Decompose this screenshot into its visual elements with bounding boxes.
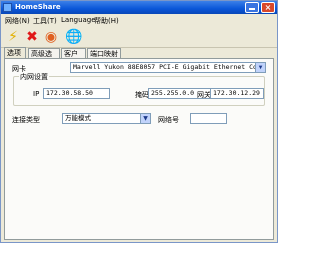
run-icon[interactable]: ⚡	[5, 29, 21, 45]
title-bar[interactable]: HomeShare ×	[1, 1, 277, 14]
tab-options[interactable]: 选项	[4, 47, 26, 58]
tab-port-mapping[interactable]: 端口映射	[87, 48, 121, 58]
stop-icon[interactable]: ✖	[24, 29, 40, 45]
app-window: HomeShare × 网络(N) 工具(T) Language 帮助(H) ⚡…	[0, 0, 278, 243]
conn-type-select[interactable]: 万能模式 ▼	[62, 113, 151, 124]
close-button[interactable]: ×	[261, 2, 275, 13]
tab-clients[interactable]: 客户机	[61, 48, 86, 68]
net-no-field[interactable]	[190, 113, 227, 124]
ip-field[interactable]: 172.30.58.50	[43, 88, 110, 99]
nic-select[interactable]: Marvell Yukon 88E8057 PCI-E Gigabit Ethe…	[70, 62, 266, 73]
gateway-field[interactable]: 172.30.12.29	[210, 88, 264, 99]
mask-label: 掩码	[135, 91, 149, 99]
menu-tools[interactable]: 工具(T)	[33, 16, 57, 26]
chevron-down-icon[interactable]: ▼	[140, 114, 150, 123]
nic-value: Marvell Yukon 88E8057 PCI-E Gigabit Ethe…	[73, 63, 265, 71]
conn-type-value: 万能模式	[65, 114, 91, 122]
tab-advanced[interactable]: 高级选项	[28, 48, 60, 68]
record-icon[interactable]: ◉	[43, 29, 59, 45]
conn-type-label: 连接类型	[12, 116, 40, 124]
menu-network[interactable]: 网络(N)	[5, 16, 30, 26]
lan-settings-group: 内网设置 IP 172.30.58.50 掩码 255.255.0.0 网关 1…	[13, 72, 265, 106]
menu-help[interactable]: 帮助(H)	[94, 16, 119, 26]
minimize-button[interactable]	[245, 2, 259, 13]
options-panel: 网卡 Marvell Yukon 88E8057 PCI-E Gigabit E…	[4, 58, 274, 240]
net-no-label: 网络号	[158, 116, 179, 124]
chevron-down-icon[interactable]: ▼	[255, 63, 265, 72]
window-title: HomeShare	[15, 3, 61, 11]
lan-settings-title: 内网设置	[19, 72, 49, 82]
ip-label: IP	[33, 90, 40, 98]
gateway-label: 网关	[197, 91, 211, 99]
menu-bar: 网络(N) 工具(T) Language 帮助(H)	[1, 15, 277, 26]
toolbar: ⚡ ✖ ◉ 🌐	[1, 27, 277, 48]
menu-language[interactable]: Language	[61, 16, 96, 24]
globe-icon[interactable]: 🌐	[65, 29, 82, 45]
app-icon	[3, 3, 12, 12]
